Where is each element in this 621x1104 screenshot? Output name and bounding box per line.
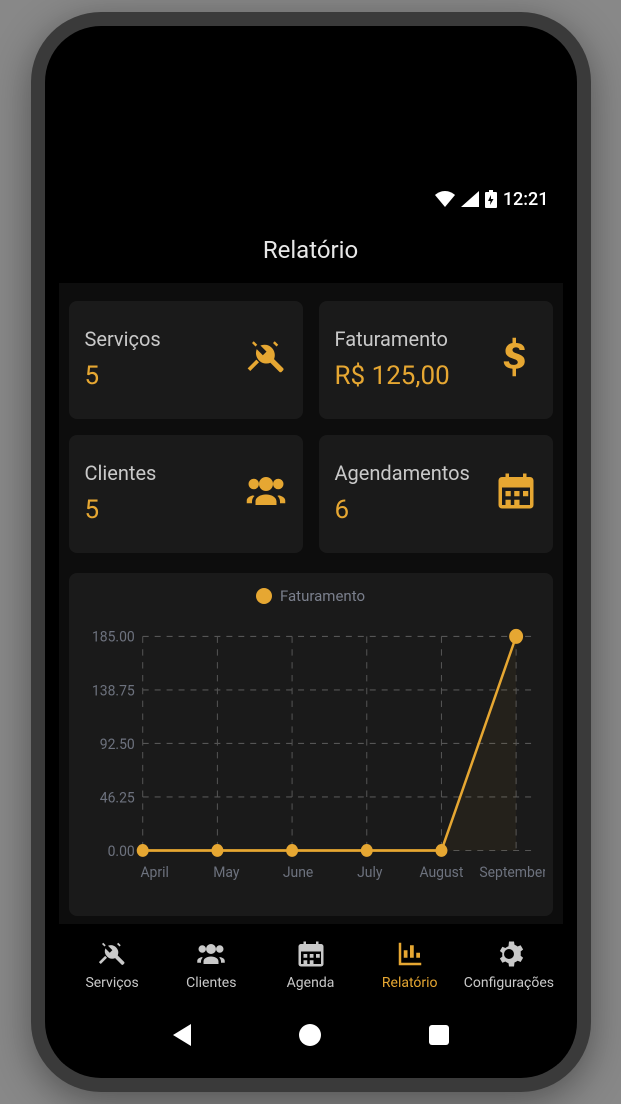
x-tick: April [140, 864, 168, 882]
users-icon [196, 939, 226, 969]
card-revenue[interactable]: Faturamento R$ 125,00 [319, 301, 553, 419]
x-tick: July [357, 864, 383, 882]
card-services[interactable]: Serviços 5 [69, 301, 303, 419]
page-title: Relatório [263, 236, 358, 264]
back-button[interactable] [173, 1024, 191, 1046]
data-point [435, 844, 447, 857]
bottom-nav: Serviços Clientes Agenda Relatório Confi… [59, 924, 563, 1006]
app-header: Relatório [59, 217, 563, 283]
screen: 12:21 Relatório Serviços 5 [59, 181, 563, 1064]
dollar-icon [495, 336, 537, 382]
chart-area[interactable]: 0.00 46.25 92.50 138.75 185.00 April May… [77, 615, 545, 904]
card-appointments[interactable]: Agendamentos 6 [319, 435, 553, 553]
status-bar: 12:21 [59, 181, 563, 217]
tab-label: Agenda [287, 975, 335, 991]
card-label: Clientes [85, 461, 157, 485]
chart-legend: Faturamento [77, 587, 545, 605]
data-point [211, 844, 223, 857]
data-point [509, 629, 523, 644]
content: Serviços 5 Faturamento R$ 125,00 [59, 283, 563, 924]
phone-bezel: 12:21 Relatório Serviços 5 [45, 26, 577, 1078]
wifi-icon [435, 191, 455, 207]
tab-report[interactable]: Relatório [360, 939, 459, 991]
x-tick: June [282, 864, 313, 882]
y-tick: 46.25 [99, 789, 134, 807]
home-button[interactable] [299, 1024, 321, 1046]
data-point [360, 844, 372, 857]
y-tick: 0.00 [107, 842, 134, 860]
tab-label: Clientes [186, 975, 236, 991]
cards-grid: Serviços 5 Faturamento R$ 125,00 [69, 301, 553, 553]
tools-icon [245, 336, 287, 382]
card-value: 5 [85, 495, 157, 525]
series-area [142, 636, 515, 850]
tab-label: Relatório [382, 975, 438, 991]
phone-frame: 12:21 Relatório Serviços 5 [31, 12, 591, 1092]
status-time: 12:21 [503, 189, 549, 210]
x-tick: May [213, 864, 239, 882]
y-tick: 138.75 [91, 682, 134, 700]
card-value: R$ 125,00 [335, 361, 450, 391]
card-value: 5 [85, 361, 161, 391]
tab-agenda[interactable]: Agenda [261, 939, 360, 991]
y-tick: 92.50 [99, 735, 134, 753]
card-value: 6 [335, 495, 470, 525]
calendar-icon [495, 470, 537, 516]
battery-icon [485, 190, 497, 208]
chart-panel: Faturamento [69, 573, 553, 916]
tab-label: Configurações [464, 975, 554, 991]
card-label: Serviços [85, 327, 161, 351]
gear-icon [494, 939, 524, 969]
data-point [136, 844, 148, 857]
recent-button[interactable] [429, 1025, 449, 1045]
data-point [286, 844, 298, 857]
tab-services[interactable]: Serviços [63, 939, 162, 991]
tab-label: Serviços [85, 975, 138, 991]
card-label: Faturamento [335, 327, 450, 351]
tab-settings[interactable]: Configurações [459, 939, 558, 991]
tab-clients[interactable]: Clientes [162, 939, 261, 991]
chart-icon [395, 939, 425, 969]
x-tick: September [479, 864, 545, 882]
tools-icon [97, 939, 127, 969]
y-tick: 185.00 [91, 628, 134, 646]
x-tick: August [419, 864, 463, 882]
card-label: Agendamentos [335, 461, 470, 485]
calendar-icon [296, 939, 326, 969]
card-clients[interactable]: Clientes 5 [69, 435, 303, 553]
legend-label: Faturamento [280, 587, 365, 605]
android-nav [59, 1006, 563, 1064]
users-icon [245, 470, 287, 516]
legend-dot [256, 588, 272, 604]
signal-icon [461, 191, 479, 207]
